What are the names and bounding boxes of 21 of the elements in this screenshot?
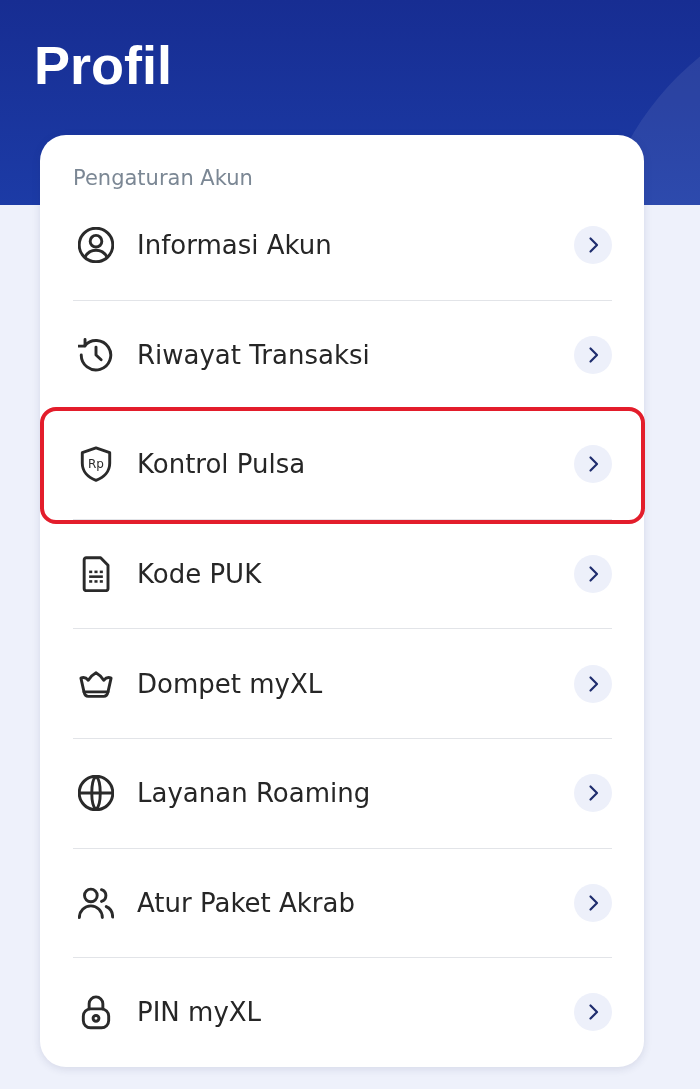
shield-icon: Rp: [78, 446, 114, 483]
history-clock-icon: [78, 336, 114, 373]
chevron-right-icon: [574, 993, 612, 1032]
menu-item[interactable]: Rp Kontrol Pulsa: [73, 410, 612, 519]
menu-item[interactable]: PIN myXL: [73, 958, 612, 1067]
chevron-right-icon: [574, 445, 612, 484]
section-heading: Pengaturan Akun: [73, 165, 253, 191]
chevron-right-icon: [574, 883, 612, 922]
menu-item[interactable]: Kode PUK: [73, 519, 612, 629]
page-title: Profil: [34, 34, 172, 97]
globe-icon: [78, 775, 114, 812]
menu-item[interactable]: Riwayat Transaksi: [73, 300, 612, 410]
menu-item[interactable]: Dompet myXL: [73, 629, 612, 738]
chevron-right-icon: [574, 226, 612, 265]
chevron-right-icon: [574, 555, 612, 594]
chevron-right-icon: [574, 774, 612, 813]
menu-item[interactable]: Atur Paket Akrab: [73, 848, 612, 958]
menu-item[interactable]: Layanan Roaming: [73, 738, 612, 848]
chevron-right-icon: [574, 664, 612, 703]
chevron-right-icon: [574, 335, 612, 374]
menu-item[interactable]: Informasi Akun: [73, 191, 612, 300]
